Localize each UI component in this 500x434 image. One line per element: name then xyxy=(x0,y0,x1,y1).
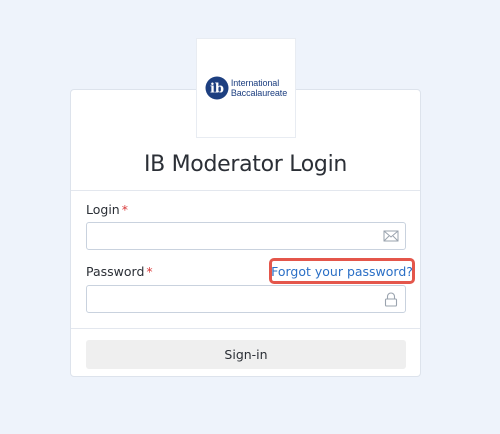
logo-mark-letters: ib xyxy=(210,82,224,97)
password-label: Password * xyxy=(86,264,153,279)
login-input[interactable] xyxy=(87,223,388,249)
ib-logo: ib International Baccalaureate xyxy=(205,76,287,100)
password-input[interactable] xyxy=(87,286,388,312)
login-field[interactable] xyxy=(86,222,406,250)
password-field[interactable] xyxy=(86,285,406,313)
password-label-text: Password xyxy=(86,264,145,279)
header-divider xyxy=(71,190,420,191)
logo-line-2: Baccalaureate xyxy=(230,88,288,98)
logo-container: ib International Baccalaureate xyxy=(196,38,296,138)
logo-wordmark: International Baccalaureate xyxy=(231,78,287,98)
ib-logo-mark-icon: ib xyxy=(205,76,229,100)
login-label: Login * xyxy=(86,202,128,217)
login-required-marker: * xyxy=(121,202,128,217)
footer-divider xyxy=(71,328,420,329)
sign-in-button[interactable]: Sign-in xyxy=(86,340,406,369)
password-required-marker: * xyxy=(146,264,153,279)
page-title: IB Moderator Login xyxy=(143,152,348,177)
forgot-password-link[interactable]: Forgot your password? xyxy=(269,258,415,284)
login-label-text: Login xyxy=(86,202,120,217)
logo-line-1: International xyxy=(230,78,280,88)
envelope-icon xyxy=(383,230,399,242)
lock-icon xyxy=(384,292,398,307)
